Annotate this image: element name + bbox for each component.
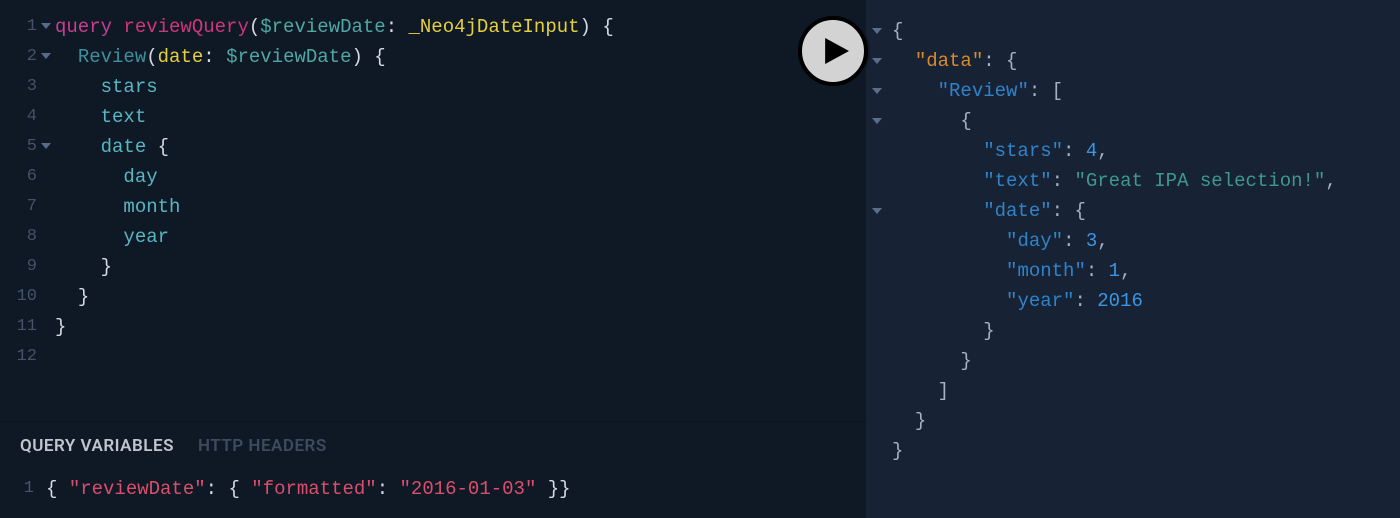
- editor-pane: 123456789101112 query reviewQuery($revie…: [0, 0, 866, 518]
- key-date: date: [995, 200, 1041, 222]
- val-month: 1: [1109, 260, 1120, 282]
- line-number: 12: [0, 342, 37, 372]
- dollar: $: [260, 16, 271, 38]
- line-number: 6: [0, 162, 37, 192]
- line-number: 3: [0, 72, 37, 102]
- key-month: month: [1017, 260, 1074, 282]
- key-text: text: [995, 170, 1041, 192]
- tab-http-headers[interactable]: HTTP HEADERS: [198, 436, 327, 456]
- tab-query-variables[interactable]: QUERY VARIABLES: [20, 436, 174, 456]
- val-text: Great IPA selection!: [1086, 170, 1314, 192]
- variables-editor[interactable]: 1 { "reviewDate": { "formatted": "2016-0…: [0, 464, 866, 518]
- field-month: month: [123, 196, 180, 218]
- line-number: 4: [0, 102, 37, 132]
- field-review: Review: [78, 46, 146, 68]
- key-data: data: [926, 50, 972, 72]
- operation-name: reviewQuery: [123, 16, 248, 38]
- line-number: 1: [0, 12, 37, 42]
- key-year: year: [1017, 290, 1063, 312]
- line-number: 11: [0, 312, 37, 342]
- keyword-query: query: [55, 16, 112, 38]
- bottom-panel: QUERY VARIABLES HTTP HEADERS 1 { "review…: [0, 421, 866, 518]
- line-number: 10: [0, 282, 37, 312]
- query-editor[interactable]: 123456789101112 query reviewQuery($revie…: [0, 0, 866, 421]
- type-name: _Neo4jDateInput: [409, 16, 580, 38]
- field-stars: stars: [101, 76, 158, 98]
- graphql-playground: 123456789101112 query reviewQuery($revie…: [0, 0, 1400, 518]
- field-year: year: [123, 226, 169, 248]
- val-stars: 4: [1086, 140, 1097, 162]
- arg-name: date: [158, 46, 204, 68]
- execute-button[interactable]: [798, 16, 868, 86]
- val-day: 3: [1086, 230, 1097, 252]
- var-key2: formatted: [263, 478, 366, 500]
- query-code[interactable]: query reviewQuery($reviewDate: _Neo4jDat…: [0, 0, 866, 342]
- var-key1: reviewDate: [80, 478, 194, 500]
- vars-code[interactable]: { "reviewDate": { "formatted": "2016-01-…: [0, 464, 866, 518]
- vars-gutter: 1: [0, 464, 34, 504]
- var-value: 2016-01-03: [411, 478, 525, 500]
- line-number: 8: [0, 222, 37, 252]
- play-icon: [823, 36, 849, 66]
- variable-name: reviewDate: [272, 16, 386, 38]
- field-text: text: [101, 106, 147, 128]
- line-number: 9: [0, 252, 37, 282]
- result-fold-gutter: [866, 0, 892, 518]
- result-pane: { "data": { "Review": [ { "stars": 4, "t…: [866, 0, 1400, 518]
- line-number: 7: [0, 192, 37, 222]
- line-number: 2: [0, 42, 37, 72]
- result-json[interactable]: { "data": { "Review": [ { "stars": 4, "t…: [892, 0, 1400, 518]
- val-year: 2016: [1097, 290, 1143, 312]
- vars-line-number: 1: [0, 474, 34, 504]
- key-stars: stars: [995, 140, 1052, 162]
- tab-bar: QUERY VARIABLES HTTP HEADERS: [0, 422, 866, 464]
- field-day: day: [123, 166, 157, 188]
- field-date: date: [101, 136, 147, 158]
- line-number: 5: [0, 132, 37, 162]
- line-gutter: 123456789101112: [0, 0, 43, 421]
- key-review: Review: [949, 80, 1017, 102]
- key-day: day: [1017, 230, 1051, 252]
